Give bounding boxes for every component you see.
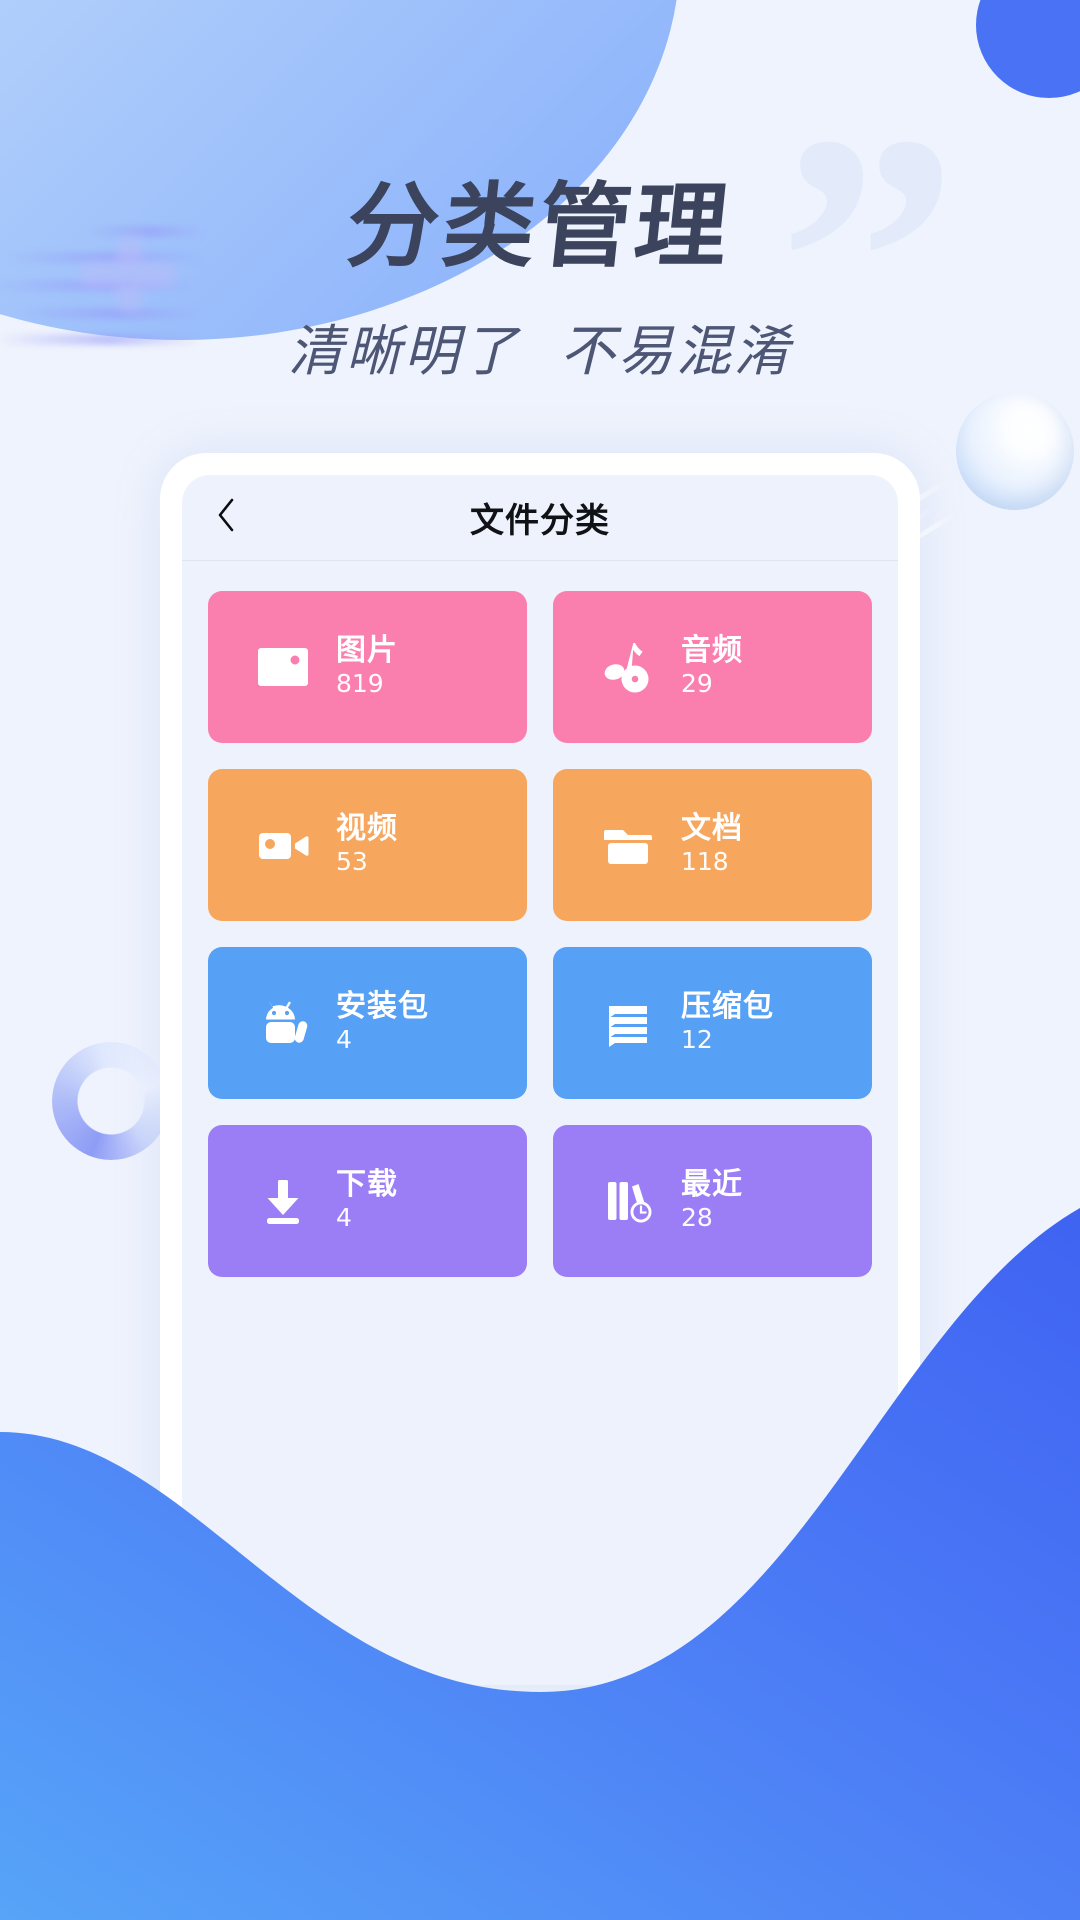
chevron-left-icon [215, 497, 237, 538]
image-icon [252, 636, 314, 698]
app-navbar: 文件分类 [182, 475, 898, 561]
category-count: 12 [681, 1025, 713, 1055]
music-disc-icon [597, 636, 659, 698]
category-card-audio[interactable]: 音频 29 [553, 591, 872, 743]
page-title: 文件分类 [470, 502, 610, 540]
back-button[interactable] [200, 492, 252, 544]
category-card-archive[interactable]: 压缩包 12 [553, 947, 872, 1099]
category-count: 819 [336, 669, 384, 699]
category-text: 音频 29 [681, 633, 743, 701]
glossy-sphere-decoration [956, 392, 1074, 510]
top-right-circle-decoration [976, 0, 1080, 98]
category-label: 下载 [336, 1168, 398, 1202]
android-icon [252, 992, 314, 1054]
category-label: 压缩包 [681, 990, 774, 1024]
promo-poster: ” 分类管理 清晰明了 不易混淆 文件分类 图片 819 音频 29 视频 53… [0, 0, 1080, 1920]
category-label: 图片 [336, 634, 398, 668]
poster-headline: 分类管理 [341, 173, 737, 280]
category-text: 下载 4 [336, 1167, 398, 1235]
category-label: 安装包 [336, 990, 429, 1024]
download-icon [252, 1170, 314, 1232]
category-text: 文档 118 [681, 811, 743, 879]
category-card-images[interactable]: 图片 819 [208, 591, 527, 743]
phone-mockup: 文件分类 图片 819 音频 29 视频 53 文档 118 安装包 4 压缩包… [160, 453, 920, 1685]
category-card-apk[interactable]: 安装包 4 [208, 947, 527, 1099]
category-text: 图片 819 [336, 633, 398, 701]
category-card-download[interactable]: 下载 4 [208, 1125, 527, 1277]
poster-subtitle: 清晰明了 不易混淆 [0, 306, 1080, 386]
recent-books-clock-icon [597, 1170, 659, 1232]
category-count: 29 [681, 669, 713, 699]
category-card-documents[interactable]: 文档 118 [553, 769, 872, 921]
category-count: 28 [681, 1203, 713, 1233]
gradient-ring-decoration [52, 1042, 170, 1160]
category-count: 118 [681, 847, 729, 877]
phone-screen: 文件分类 图片 819 音频 29 视频 53 文档 118 安装包 4 压缩包… [182, 475, 898, 1685]
category-label: 文档 [681, 812, 743, 846]
category-text: 最近 28 [681, 1167, 743, 1235]
category-text: 压缩包 12 [681, 989, 774, 1057]
category-count: 4 [336, 1025, 352, 1055]
category-grid: 图片 819 音频 29 视频 53 文档 118 安装包 4 压缩包 12 下… [182, 561, 898, 1277]
category-count: 53 [336, 847, 368, 877]
category-label: 视频 [336, 812, 398, 846]
category-text: 安装包 4 [336, 989, 429, 1057]
category-card-video[interactable]: 视频 53 [208, 769, 527, 921]
archive-stack-icon [597, 992, 659, 1054]
category-label: 最近 [681, 1168, 743, 1202]
folder-icon [597, 814, 659, 876]
category-card-recent[interactable]: 最近 28 [553, 1125, 872, 1277]
poster-subtitle-right: 不易混淆 [560, 319, 793, 383]
video-camera-icon [252, 814, 314, 876]
category-count: 4 [336, 1203, 352, 1233]
category-text: 视频 53 [336, 811, 398, 879]
category-label: 音频 [681, 634, 743, 668]
poster-subtitle-left: 清晰明了 [287, 319, 520, 383]
